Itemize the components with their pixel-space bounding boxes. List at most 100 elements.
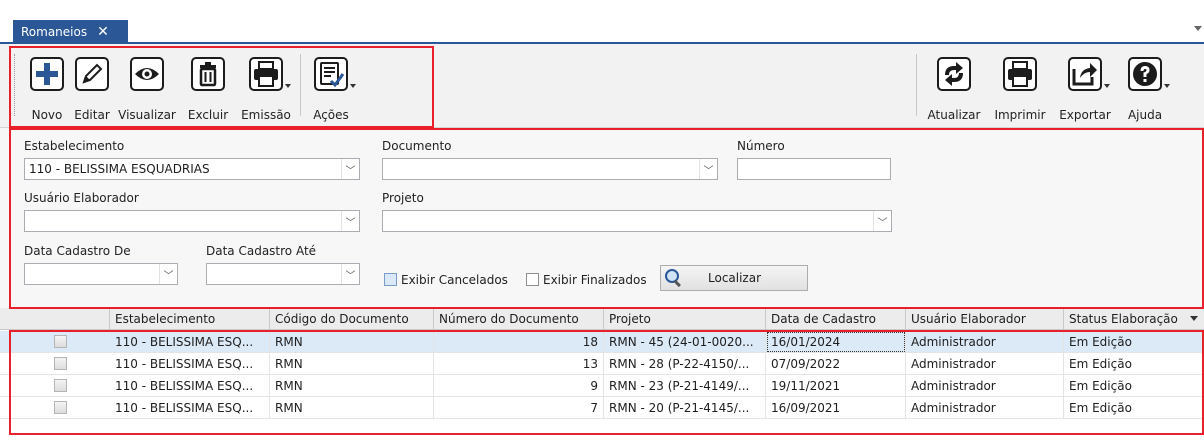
data-de-label: Data Cadastro De xyxy=(24,244,131,258)
close-tab-icon[interactable]: ✕ xyxy=(97,24,109,40)
chevron-down-icon[interactable]: ﹀ xyxy=(341,159,359,179)
grid-header-select xyxy=(0,308,110,330)
tab-romaneios[interactable]: Romaneios ✕ xyxy=(13,20,128,44)
toolbar-separator xyxy=(300,54,301,116)
eye-icon xyxy=(130,54,164,94)
cell-estabelecimento: 110 - BELISSIMA ESQ... xyxy=(110,397,270,419)
actions-button[interactable]: Ações xyxy=(305,44,357,128)
data-ate-label: Data Cadastro Até xyxy=(206,244,317,258)
export-dropdown-icon[interactable] xyxy=(1104,84,1110,88)
actions-dropdown-icon[interactable] xyxy=(350,84,356,88)
cell-usuario: Administrador xyxy=(906,353,1064,375)
print-button-label: Imprimir xyxy=(994,108,1046,122)
column-header-numero[interactable]: Número do Documento xyxy=(434,308,604,330)
refresh-icon xyxy=(937,54,971,94)
printer-icon xyxy=(249,54,291,94)
documento-label: Documento xyxy=(382,139,452,153)
column-header-usuario[interactable]: Usuário Elaborador xyxy=(906,308,1064,330)
issue-button[interactable]: Emissão xyxy=(236,44,296,128)
row-checkbox[interactable] xyxy=(54,379,67,392)
filter-panel: Estabelecimento 110 - BELISSIMA ESQUADRI… xyxy=(0,128,1204,308)
edit-button-label: Editar xyxy=(74,108,110,122)
toolbar-left-group: Novo Editar Visualizar Excluir Emissão A… xyxy=(14,44,357,128)
chevron-down-icon[interactable]: ﹀ xyxy=(341,264,359,284)
chevron-down-icon[interactable]: ﹀ xyxy=(159,264,177,284)
cell-estabelecimento: 110 - BELISSIMA ESQ... xyxy=(110,353,270,375)
cell-numero: 7 xyxy=(434,397,604,419)
cell-estabelecimento: 110 - BELISSIMA ESQ... xyxy=(110,375,270,397)
help-button-label: Ajuda xyxy=(1127,108,1163,122)
cell-data: 19/11/2021 xyxy=(766,375,906,397)
estabelecimento-label: Estabelecimento xyxy=(24,139,125,153)
data-ate-picker[interactable]: ﹀ xyxy=(206,263,360,285)
localizar-label: Localizar xyxy=(708,271,762,285)
toolbar-separator xyxy=(916,54,917,116)
chevron-down-icon[interactable]: ﹀ xyxy=(699,159,717,179)
documents-grid: Estabelecimento Código do Documento Núme… xyxy=(0,308,1204,434)
print-button[interactable]: Imprimir xyxy=(987,44,1053,128)
cell-projeto: RMN - 20 (P-21-4145/... xyxy=(604,397,766,419)
projeto-label: Projeto xyxy=(382,191,424,205)
column-menu-icon[interactable] xyxy=(1190,316,1198,321)
chevron-down-icon[interactable]: ﹀ xyxy=(873,211,891,231)
exibir-cancelados-checkbox[interactable] xyxy=(384,273,397,286)
column-header-projeto[interactable]: Projeto xyxy=(604,308,766,330)
help-dropdown-icon[interactable] xyxy=(1164,84,1170,88)
chevron-down-icon[interactable]: ﹀ xyxy=(341,211,359,231)
export-icon xyxy=(1068,54,1110,94)
cell-codigo: RMN xyxy=(270,397,434,419)
trash-icon xyxy=(191,54,225,94)
printer-icon xyxy=(1003,54,1037,94)
plus-icon xyxy=(30,54,64,94)
refresh-button[interactable]: Atualizar xyxy=(921,44,987,128)
column-header-estabelecimento[interactable]: Estabelecimento xyxy=(110,308,270,330)
cell-projeto: RMN - 28 (P-22-4150/... xyxy=(604,353,766,375)
cell-codigo: RMN xyxy=(270,331,434,353)
documento-select[interactable]: ﹀ xyxy=(382,158,718,180)
row-checkbox[interactable] xyxy=(54,401,67,414)
data-de-picker[interactable]: ﹀ xyxy=(24,263,178,285)
tab-menu-icon[interactable] xyxy=(1194,26,1202,31)
table-row[interactable]: 110 - BELISSIMA ESQ... RMN 7 RMN - 20 (P… xyxy=(0,397,1204,419)
view-button-label: Visualizar xyxy=(118,108,176,122)
exibir-finalizados-label: Exibir Finalizados xyxy=(543,273,647,287)
exibir-finalizados-checkbox[interactable] xyxy=(526,273,539,286)
numero-field[interactable] xyxy=(737,158,891,180)
estabelecimento-value: 110 - BELISSIMA ESQUADRIAS xyxy=(29,162,210,176)
help-button[interactable]: Ajuda xyxy=(1117,44,1173,128)
cell-status: Em Edição xyxy=(1069,357,1132,371)
new-button[interactable]: Novo xyxy=(24,44,70,128)
row-checkbox[interactable] xyxy=(54,357,67,370)
refresh-button-label: Atualizar xyxy=(927,108,981,122)
exibir-cancelados-label: Exibir Cancelados xyxy=(401,273,508,287)
cell-projeto: RMN - 23 (P-21-4149/... xyxy=(604,375,766,397)
export-button-label: Exportar xyxy=(1059,108,1111,122)
cell-numero: 9 xyxy=(434,375,604,397)
toolbar-grip xyxy=(14,54,16,116)
column-header-codigo[interactable]: Código do Documento xyxy=(270,308,434,330)
table-row[interactable]: 110 - BELISSIMA ESQ... RMN 18 RMN - 45 (… xyxy=(0,331,1204,353)
table-row[interactable]: 110 - BELISSIMA ESQ... RMN 9 RMN - 23 (P… xyxy=(0,375,1204,397)
delete-button[interactable]: Excluir xyxy=(180,44,236,128)
estabelecimento-select[interactable]: 110 - BELISSIMA ESQUADRIAS ﹀ xyxy=(24,158,360,180)
localizar-button[interactable]: Localizar xyxy=(660,265,808,291)
projeto-select[interactable]: ﹀ xyxy=(382,210,892,232)
row-checkbox[interactable] xyxy=(54,335,67,348)
view-button[interactable]: Visualizar xyxy=(114,44,180,128)
table-row[interactable]: 110 - BELISSIMA ESQ... RMN 13 RMN - 28 (… xyxy=(0,353,1204,375)
issue-dropdown-icon[interactable] xyxy=(285,84,291,88)
numero-label: Número xyxy=(737,139,785,153)
cell-usuario: Administrador xyxy=(906,375,1064,397)
column-header-data[interactable]: Data de Cadastro xyxy=(766,308,906,330)
export-button[interactable]: Exportar xyxy=(1053,44,1117,128)
cell-usuario: Administrador xyxy=(906,397,1064,419)
cell-numero: 18 xyxy=(434,331,604,353)
usuario-select[interactable]: ﹀ xyxy=(24,210,360,232)
delete-button-label: Excluir xyxy=(187,108,229,122)
pencil-icon xyxy=(75,54,109,94)
column-header-status[interactable]: Status Elaboração xyxy=(1064,308,1204,330)
edit-button[interactable]: Editar xyxy=(70,44,114,128)
toolbar-right-group: Atualizar Imprimir Exportar Ajuda xyxy=(916,44,1173,128)
tab-title: Romaneios xyxy=(21,25,88,39)
cell-numero: 13 xyxy=(434,353,604,375)
